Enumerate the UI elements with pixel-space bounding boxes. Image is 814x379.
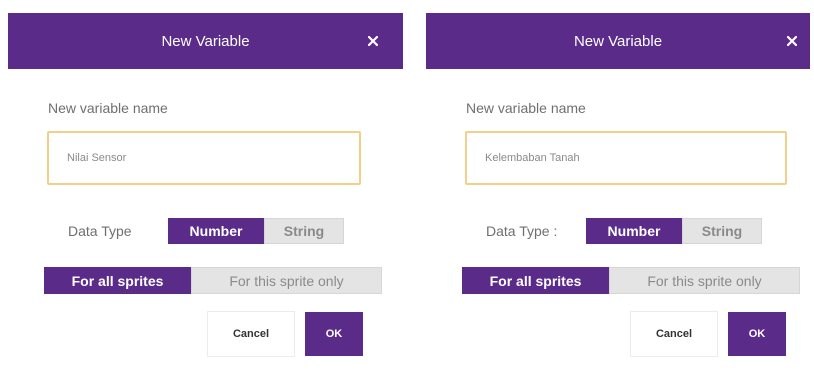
- dialog-titlebar: New Variable: [426, 13, 810, 69]
- close-icon: [368, 36, 378, 46]
- cancel-button[interactable]: Cancel: [207, 311, 295, 357]
- data-type-string-button[interactable]: String: [682, 218, 762, 244]
- page: New Variable New variable name Data Type…: [0, 0, 814, 379]
- close-button[interactable]: [782, 31, 802, 51]
- dialog-actions: Cancel OK: [207, 311, 363, 357]
- data-type-label: Data Type :: [486, 223, 558, 239]
- data-type-toggle: Number String: [168, 218, 344, 244]
- scope-this-sprite-button[interactable]: For this sprite only: [609, 267, 800, 294]
- dialog-title: New Variable: [573, 32, 663, 50]
- close-icon: [787, 36, 797, 46]
- ok-button[interactable]: OK: [305, 312, 363, 356]
- scope-all-sprites-button[interactable]: For all sprites: [462, 267, 609, 294]
- scope-this-sprite-button[interactable]: For this sprite only: [191, 267, 382, 294]
- data-type-toggle: Number String: [586, 218, 762, 244]
- scope-toggle: For all sprites For this sprite only: [462, 267, 800, 294]
- close-button[interactable]: [363, 31, 383, 51]
- variable-name-input[interactable]: [47, 131, 361, 185]
- data-type-string-button[interactable]: String: [264, 218, 344, 244]
- cancel-button[interactable]: Cancel: [630, 311, 718, 357]
- data-type-number-button[interactable]: Number: [168, 218, 264, 244]
- variable-name-label: New variable name: [466, 100, 586, 116]
- new-variable-dialog-right: New Variable New variable name Data Type…: [426, 13, 810, 368]
- scope-toggle: For all sprites For this sprite only: [44, 267, 382, 294]
- scope-all-sprites-button[interactable]: For all sprites: [44, 267, 191, 294]
- variable-name-input[interactable]: [465, 131, 787, 185]
- dialog-title: New Variable: [161, 32, 250, 50]
- data-type-row: Data Type : Number String: [486, 218, 762, 244]
- new-variable-dialog-left: New Variable New variable name Data Type…: [8, 13, 403, 368]
- data-type-number-button[interactable]: Number: [586, 218, 682, 244]
- data-type-label: Data Type: [68, 223, 132, 239]
- dialog-actions: Cancel OK: [630, 311, 786, 357]
- variable-name-label: New variable name: [48, 100, 168, 116]
- dialog-titlebar: New Variable: [8, 13, 403, 69]
- data-type-row: Data Type Number String: [68, 218, 344, 244]
- ok-button[interactable]: OK: [728, 312, 786, 356]
